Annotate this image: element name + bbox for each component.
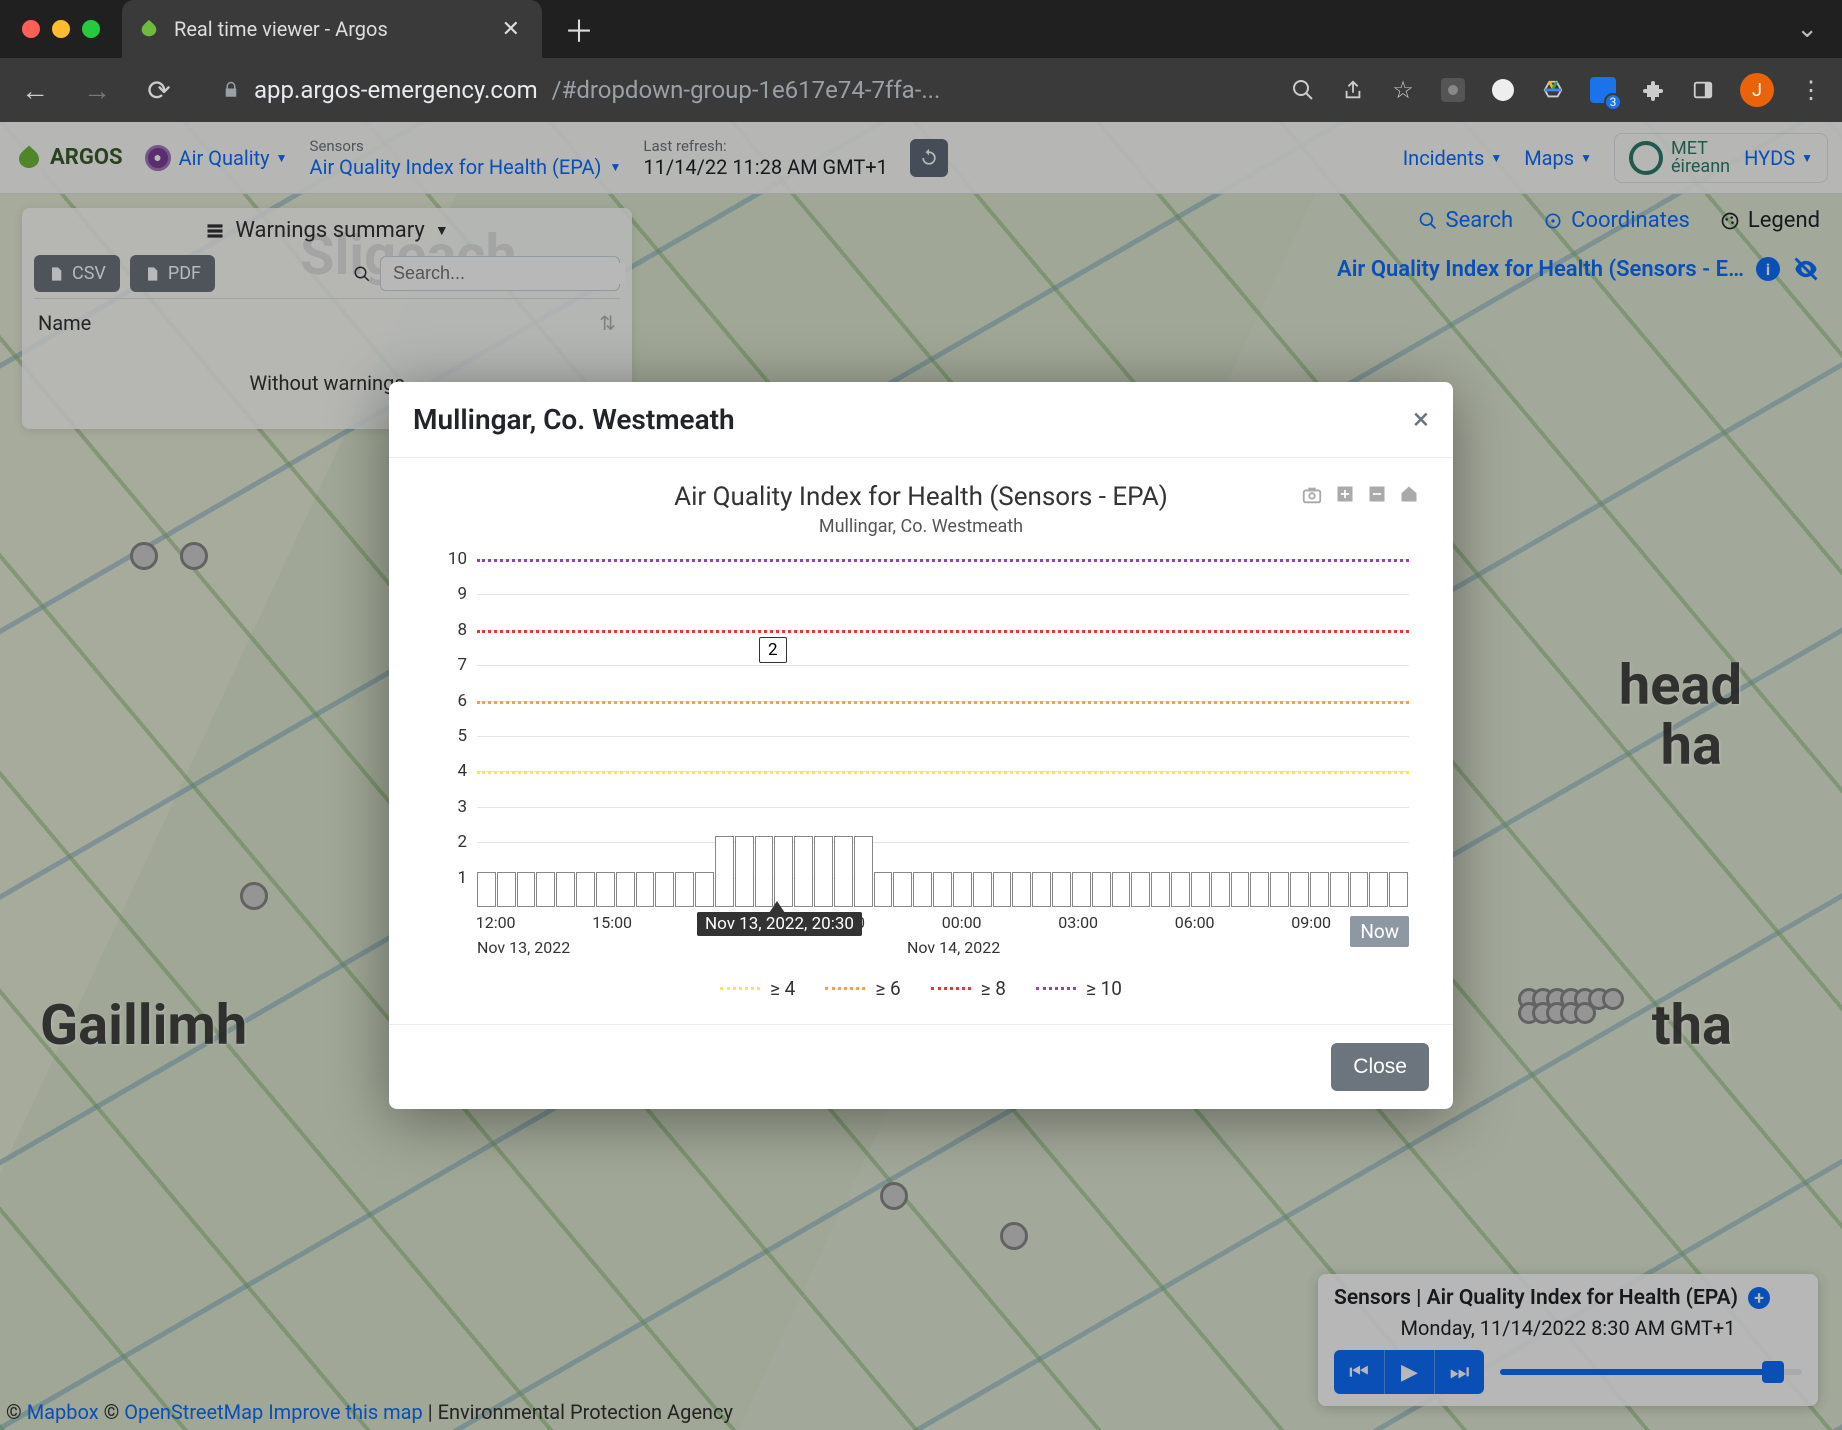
modal-backdrop[interactable]: Mullingar, Co. Westmeath × Air Quality I…: [0, 122, 1842, 1430]
bookmark-icon[interactable]: ☆: [1390, 77, 1416, 103]
chart-title: Air Quality Index for Health (Sensors - …: [417, 482, 1425, 512]
time-tooltip: Nov 13, 2022, 20:30: [697, 912, 862, 936]
chart-modal: Mullingar, Co. Westmeath × Air Quality I…: [389, 382, 1453, 1109]
camera-icon[interactable]: [1301, 484, 1323, 506]
x-date-label: Nov 13, 2022: [477, 938, 570, 957]
lock-icon: [222, 81, 240, 99]
extensions-puzzle-icon[interactable]: [1640, 77, 1666, 103]
plus-icon[interactable]: [1335, 484, 1355, 506]
browser-menu-icon[interactable]: ⋮: [1798, 77, 1824, 103]
minus-icon[interactable]: [1367, 484, 1387, 506]
window-minimize-icon[interactable]: [52, 20, 70, 38]
modal-close-button[interactable]: Close: [1331, 1043, 1429, 1091]
extension-gn-icon[interactable]: [1440, 77, 1466, 103]
extension-drive-icon[interactable]: [1540, 77, 1566, 103]
modal-title: Mullingar, Co. Westmeath: [413, 403, 735, 436]
browser-toolbar-icons: ☆ 3 J ⋮: [1290, 73, 1824, 107]
extension-blue-icon[interactable]: 3: [1590, 77, 1616, 103]
url-domain: app.argos-emergency.com: [254, 76, 538, 104]
tab-title: Real time viewer - Argos: [174, 17, 388, 41]
sidepanel-icon[interactable]: [1690, 77, 1716, 103]
extension-white-icon[interactable]: [1490, 77, 1516, 103]
forward-button: →: [80, 74, 114, 107]
x-axis: 12:0015:0018:0021:0000:0003:0006:0009:00: [477, 913, 1409, 935]
chart: Air Quality Index for Health (Sensors - …: [417, 482, 1425, 1000]
back-button[interactable]: ←: [18, 74, 52, 107]
traffic-lights: [0, 20, 122, 38]
data-tooltip: 2: [759, 637, 787, 663]
site-favicon-icon: [138, 18, 160, 40]
chart-plot-area[interactable]: 12345678910 12:0015:0018:0021:0000:0003:…: [417, 547, 1425, 957]
gridlines: [477, 553, 1409, 907]
x-date-label: Nov 14, 2022: [907, 938, 1000, 957]
new-tab-button[interactable]: ＋: [564, 7, 594, 51]
now-label: Now: [1350, 916, 1409, 947]
nav-bar: ← → ⟳ app.argos-emergency.com /#dropdown-…: [0, 58, 1842, 122]
browser-chrome: Real time viewer - Argos ✕ ＋ ⌄ ← → ⟳ app…: [0, 0, 1842, 122]
zoom-icon[interactable]: [1290, 77, 1316, 103]
close-tab-icon[interactable]: ✕: [502, 17, 520, 42]
app-viewport: Sligeach Gaillimh head ha tha ARGOS ● Ai…: [0, 122, 1842, 1430]
url-bar[interactable]: app.argos-emergency.com /#dropdown-group-…: [204, 76, 1262, 104]
profile-avatar[interactable]: J: [1740, 73, 1774, 107]
window-zoom-icon[interactable]: [82, 20, 100, 38]
home-icon[interactable]: [1399, 484, 1419, 506]
url-path: /#dropdown-group-1e617e74-7ffa-...: [552, 76, 941, 104]
chart-legend: ≥ 4≥ 6≥ 8≥ 10: [417, 977, 1425, 1000]
window-close-icon[interactable]: [22, 20, 40, 38]
y-axis: 12345678910: [437, 553, 473, 907]
browser-tab[interactable]: Real time viewer - Argos ✕: [122, 0, 542, 58]
modal-close-icon[interactable]: ×: [1413, 402, 1429, 437]
chart-subtitle: Mullingar, Co. Westmeath: [417, 516, 1425, 537]
tabs-menu-icon[interactable]: ⌄: [1796, 14, 1818, 44]
tab-bar: Real time viewer - Argos ✕ ＋ ⌄: [0, 0, 1842, 58]
reload-button[interactable]: ⟳: [142, 74, 176, 107]
share-icon[interactable]: [1340, 77, 1366, 103]
